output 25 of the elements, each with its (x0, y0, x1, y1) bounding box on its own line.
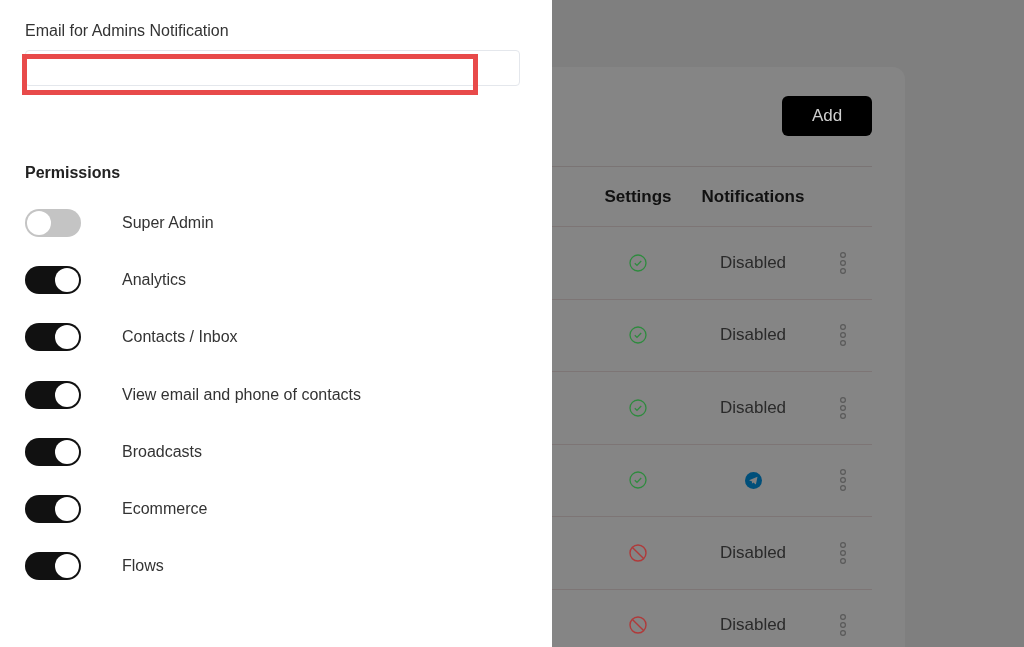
permission-label: Flows (122, 557, 164, 576)
permission-label: Ecommerce (122, 500, 208, 519)
permission-label: Broadcasts (122, 442, 203, 461)
toggle-switch[interactable] (25, 380, 81, 409)
section-title: Permissions (25, 164, 122, 182)
toggle-switch[interactable] (25, 495, 81, 524)
notification-status: Disabled (719, 542, 787, 563)
column-header: Settings (603, 186, 673, 207)
permission-label: Analytics (122, 270, 187, 289)
column-header: Notifications (700, 186, 806, 207)
paper-plane-icon (744, 471, 762, 489)
permission-label: Super Admin (122, 213, 214, 232)
notification-status: Disabled (719, 615, 787, 636)
notification-status: Disabled (719, 252, 787, 273)
permission-label: View email and phone of contacts (122, 385, 361, 404)
notification-status: Disabled (719, 397, 787, 418)
permission-label: Contacts / Inbox (122, 328, 238, 347)
toggle-switch[interactable] (25, 552, 81, 581)
field-label: Email for Admins Notification (25, 22, 230, 40)
toggle-switch[interactable] (25, 265, 81, 294)
notification-status: Disabled (719, 325, 787, 346)
add-button[interactable]: Add (782, 96, 872, 136)
toggle-switch[interactable] (25, 437, 81, 466)
toggle-switch[interactable] (25, 208, 81, 237)
toggle-switch[interactable] (25, 323, 81, 352)
